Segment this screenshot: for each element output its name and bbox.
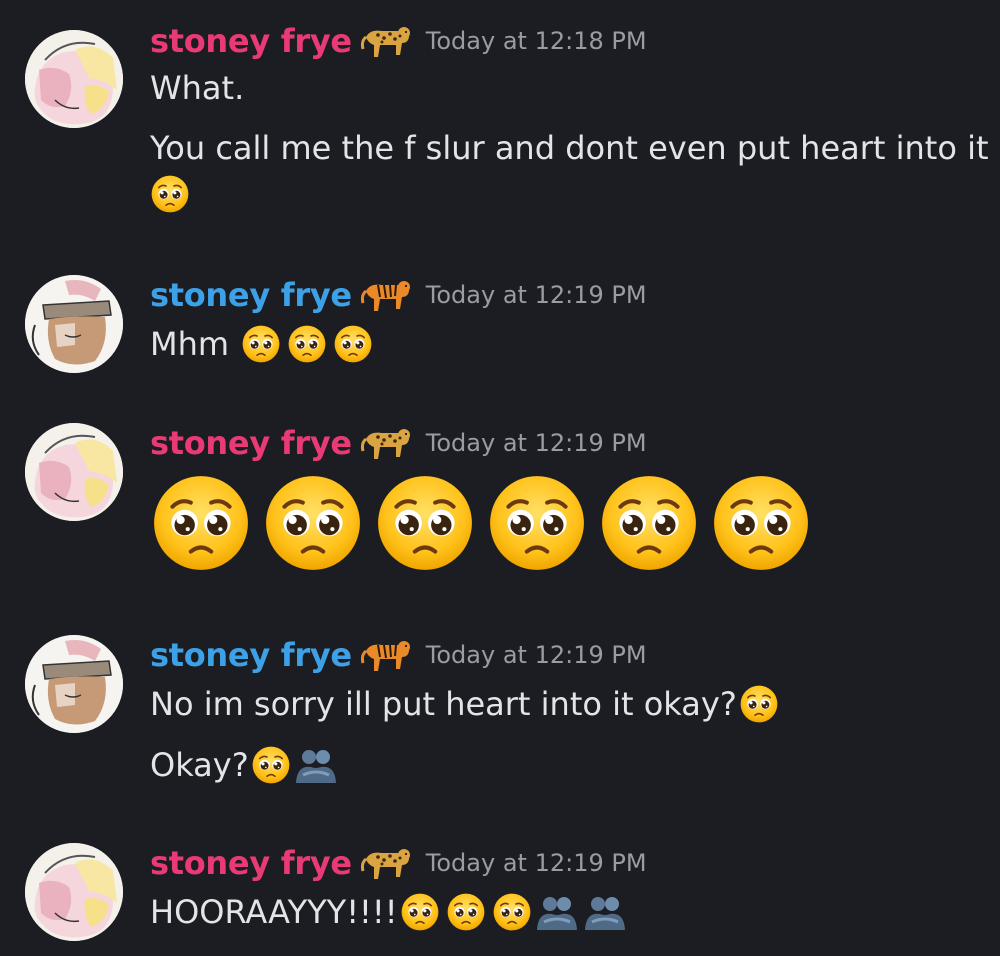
leopard-icon	[360, 423, 412, 463]
pleading-face-icon	[333, 324, 373, 364]
avatar[interactable]	[25, 30, 123, 128]
pleading-face-icon	[150, 472, 252, 574]
timestamp: Today at 12:18 PM	[425, 27, 647, 55]
timestamp: Today at 12:19 PM	[425, 641, 647, 669]
pleading-face-icon	[287, 324, 327, 364]
message-text: Mhm	[150, 321, 373, 367]
message-emoji-line	[150, 174, 190, 214]
chat-log: stoney frye Today at 12:18 PM What. You …	[0, 0, 1000, 956]
pleading-face-icon	[150, 174, 190, 214]
pleading-face-icon	[446, 892, 486, 932]
message-text: What.	[150, 65, 244, 111]
people-hugging-icon	[293, 745, 339, 785]
message-group: stoney frye Today at 12:19 PM HOORAAYYY!…	[0, 840, 1000, 950]
message-header: stoney frye Today at 12:18 PM	[150, 18, 647, 64]
message-header: stoney frye Today at 12:19 PM	[150, 840, 647, 886]
username[interactable]: stoney frye	[150, 424, 352, 462]
message-header: stoney frye Today at 12:19 PM	[150, 420, 647, 466]
timestamp: Today at 12:19 PM	[425, 281, 647, 309]
username[interactable]: stoney frye	[150, 844, 352, 882]
avatar[interactable]	[25, 423, 123, 521]
message-line: Mhm	[150, 325, 230, 363]
message-line: No im sorry ill put heart into it okay?	[150, 685, 737, 723]
tiger-icon	[360, 275, 412, 315]
leopard-icon	[360, 843, 412, 883]
pleading-face-icon	[492, 892, 532, 932]
message-text: Okay?	[150, 742, 339, 788]
avatar[interactable]	[25, 843, 123, 941]
message-group: stoney frye Today at 12:19 PM	[0, 420, 1000, 590]
message-line: What.	[150, 69, 245, 107]
avatar[interactable]	[25, 275, 123, 373]
people-hugging-icon	[582, 892, 628, 932]
pleading-face-icon	[400, 892, 440, 932]
avatar[interactable]	[25, 635, 123, 733]
pleading-face-icon	[486, 472, 588, 574]
leopard-icon	[360, 21, 412, 61]
jumbo-emoji-line	[150, 472, 822, 574]
message-line: Okay?	[150, 746, 249, 784]
tiger-icon	[360, 635, 412, 675]
message-text: You call me the f slur and dont even put…	[150, 125, 989, 171]
people-hugging-icon	[534, 892, 580, 932]
message-header: stoney frye Today at 12:19 PM	[150, 632, 647, 678]
pleading-face-icon	[251, 745, 291, 785]
message-text: HOORAAYYY!!!!	[150, 889, 628, 935]
timestamp: Today at 12:19 PM	[425, 429, 647, 457]
message-text: No im sorry ill put heart into it okay?	[150, 681, 779, 727]
pleading-face-icon	[374, 472, 476, 574]
message-line: You call me the f slur and dont even put…	[150, 129, 989, 167]
message-group: stoney frye Today at 12:19 PM No im sorr…	[0, 632, 1000, 792]
pleading-face-icon	[710, 472, 812, 574]
username[interactable]: stoney frye	[150, 22, 352, 60]
pleading-face-icon	[598, 472, 700, 574]
pleading-face-icon	[241, 324, 281, 364]
pleading-face-icon	[262, 472, 364, 574]
message-group: stoney frye Today at 12:18 PM What. You …	[0, 18, 1000, 228]
message-group: stoney frye Today at 12:19 PM Mhm	[0, 272, 1000, 382]
pleading-face-icon	[739, 684, 779, 724]
username[interactable]: stoney frye	[150, 636, 352, 674]
message-line: HOORAAYYY!!!!	[150, 893, 398, 931]
timestamp: Today at 12:19 PM	[425, 849, 647, 877]
message-header: stoney frye Today at 12:19 PM	[150, 272, 647, 318]
username[interactable]: stoney frye	[150, 276, 352, 314]
